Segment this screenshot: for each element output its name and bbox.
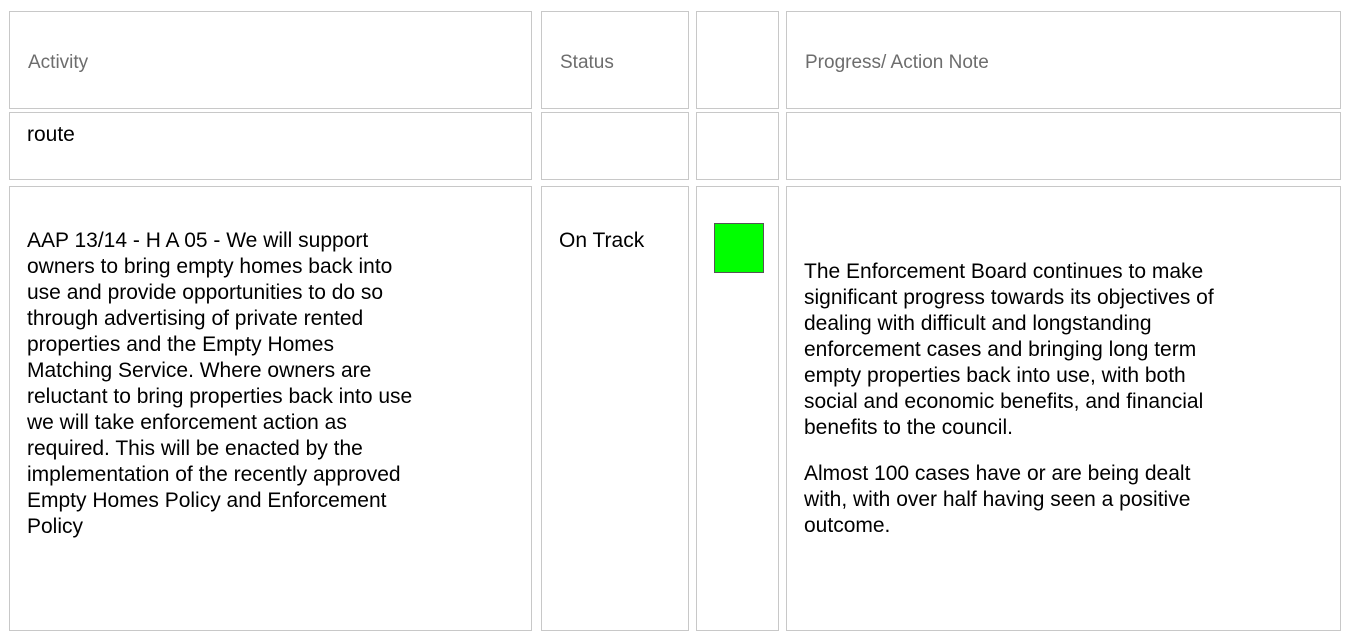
header-status: Status [560,52,614,73]
table-row-1-activity-cell [9,112,532,180]
header-note: Progress/ Action Note [805,52,989,73]
table-row-1-indicator-cell [696,112,779,180]
table-row-2-status: On Track [559,229,645,252]
header-cell-note: Progress/ Action Note [786,11,1341,109]
table-row-1-activity: route [27,123,75,146]
table-row-1-status-cell [541,112,689,180]
table-row-2-note-paragraph-2: Almost 100 cases have or are being dealt… [804,462,1191,537]
table-row-2-activity: AAP 13/14 - H A 05 - We will support own… [27,229,413,538]
header-cell-activity: Activity [9,11,532,109]
header-cell-indicator [696,11,779,109]
header-activity: Activity [28,52,89,73]
header-cell-status: Status [541,11,689,109]
status-indicator-green [714,223,764,273]
table-row-1-note-cell [786,112,1341,180]
table-row-2-note-paragraph-1: The Enforcement Board continues to make … [804,260,1214,439]
